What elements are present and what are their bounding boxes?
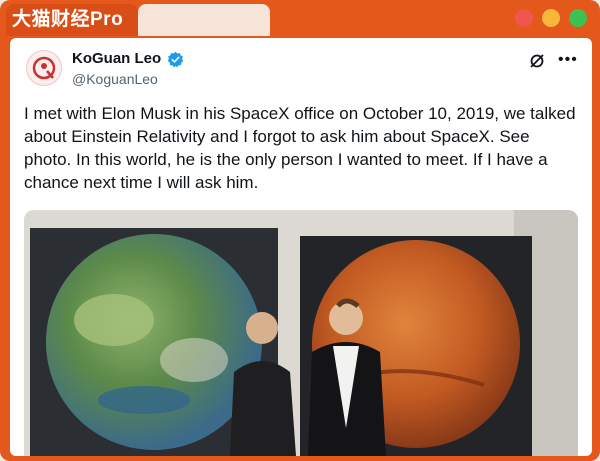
- tweet-card: KoGuan Leo @KoguanLeo ••• I met with Elo…: [10, 38, 592, 456]
- minimize-window-button[interactable]: [542, 9, 560, 27]
- secondary-tab[interactable]: [138, 4, 270, 36]
- more-icon[interactable]: •••: [558, 51, 578, 69]
- maximize-window-button[interactable]: [569, 9, 587, 27]
- author-name[interactable]: KoGuan Leo: [72, 50, 161, 67]
- tweet-text: I met with Elon Musk in his SpaceX offic…: [24, 104, 576, 192]
- photo-image: [24, 210, 578, 456]
- avatar-logo-icon: [32, 56, 56, 80]
- close-window-button[interactable]: [515, 9, 533, 27]
- author-handle[interactable]: @KoguanLeo: [72, 71, 158, 87]
- grok-icon[interactable]: [529, 53, 545, 69]
- avatar[interactable]: [26, 50, 62, 86]
- app-frame: 大猫财经Pro KoGuan Leo @KoguanLeo ••• I met …: [0, 0, 600, 461]
- verified-badge-icon: [167, 51, 184, 68]
- brand-tab: 大猫财经Pro: [6, 4, 138, 36]
- tweet-photo[interactable]: [24, 210, 578, 456]
